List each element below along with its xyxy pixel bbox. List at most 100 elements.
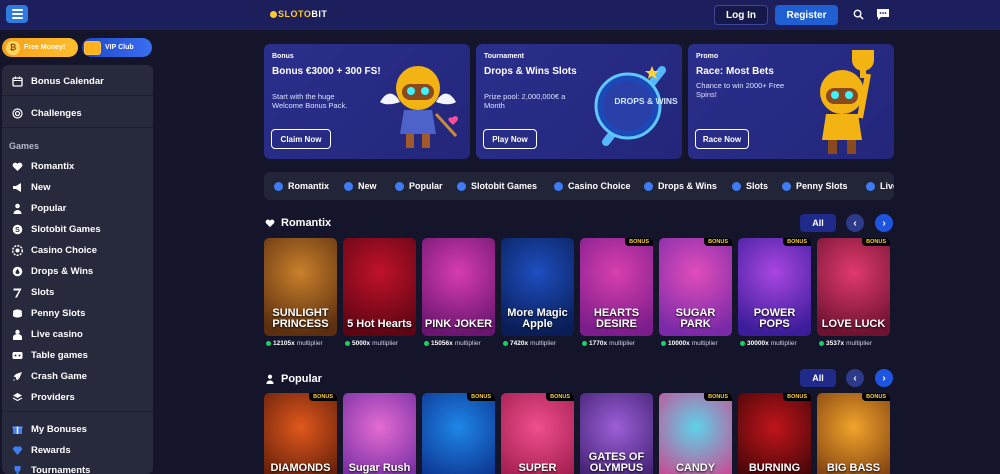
coins-icon bbox=[782, 181, 791, 191]
game-tile[interactable]: DIAMONDS POWER XXL BONUS bbox=[264, 393, 337, 474]
sidebar-item-new[interactable]: New bbox=[12, 179, 51, 195]
claim-now-button[interactable]: Claim Now bbox=[271, 129, 331, 149]
game-title: BURNING CLASSICS bbox=[747, 462, 803, 474]
game-tile[interactable]: SUPER GUMMY BONUS bbox=[501, 393, 574, 474]
coins-icon bbox=[13, 309, 22, 317]
chevron-right-icon: › bbox=[882, 217, 886, 229]
banner-title: Drops & Wins Slots bbox=[484, 66, 577, 77]
game-tile[interactable]: HEARTS DESIRE BONUS bbox=[580, 238, 653, 336]
game-title: SUGAR PARK bbox=[675, 307, 716, 330]
romantix-prev-button[interactable]: ‹ bbox=[846, 214, 864, 232]
category-tab-live[interactable]: Live bbox=[866, 180, 894, 192]
play-now-button[interactable]: Play Now bbox=[483, 129, 537, 149]
bonus-badge: BONUS bbox=[467, 393, 495, 401]
category-bar: Romantix New Popular Slotobit Games Casi… bbox=[264, 172, 894, 200]
vip-club-button[interactable]: VIP Club bbox=[82, 38, 152, 57]
category-tab-casino-choice[interactable]: Casino Choice bbox=[554, 180, 631, 192]
sidebar-item-live-casino[interactable]: Live casino bbox=[12, 326, 83, 342]
multiplier-label: 15056x multiplier bbox=[424, 340, 481, 347]
game-tile[interactable]: CANDY BONANZA BONUS bbox=[659, 393, 732, 474]
game-title: GATES OF OLYMPUS 1000 bbox=[588, 451, 645, 474]
sidebar-item-crash-game[interactable]: Crash Game bbox=[12, 368, 87, 384]
banner-subtitle: Chance to win 2000+ Free Spins! bbox=[696, 81, 785, 99]
chat-icon[interactable] bbox=[876, 8, 890, 21]
sidebar-item-drops-wins[interactable]: Drops & Wins bbox=[12, 263, 93, 279]
site-logo[interactable]: SLOTOBIT bbox=[270, 9, 327, 19]
sidebar-item-table-games[interactable]: Table games bbox=[12, 347, 88, 363]
sidebar-item-popular[interactable]: Popular bbox=[12, 200, 66, 216]
sidebar-divider bbox=[2, 127, 153, 128]
popular-prev-button[interactable]: ‹ bbox=[846, 369, 864, 387]
game-tile[interactable]: More Magic Apple bbox=[501, 238, 574, 336]
category-tab-popular[interactable]: Popular bbox=[395, 180, 443, 192]
game-title: More Magic Apple bbox=[507, 307, 568, 330]
romantix-all-button[interactable]: All bbox=[800, 214, 836, 232]
sidebar-item-my-bonuses[interactable]: My Bonuses bbox=[12, 421, 87, 437]
cupid-mascot-icon bbox=[380, 66, 458, 148]
sidebar-item-penny-slots[interactable]: Penny Slots bbox=[12, 305, 85, 321]
sidebar-item-providers[interactable]: Providers bbox=[12, 389, 75, 405]
game-tile[interactable]: SUNLIGHT PRINCESS bbox=[264, 238, 337, 336]
banner-promo[interactable]: Promo Race: Most Bets Chance to win 2000… bbox=[688, 44, 894, 159]
hamburger-menu-button[interactable] bbox=[6, 5, 28, 23]
romantix-next-button[interactable]: › bbox=[875, 214, 893, 232]
promo-pills: ₿ Free Money! VIP Club bbox=[0, 38, 154, 58]
game-tile[interactable]: SUGAR PARK BONUS bbox=[659, 238, 732, 336]
sidebar-item-tournaments[interactable]: Tournaments bbox=[12, 462, 90, 474]
multiplier-text: multiplier bbox=[609, 340, 636, 347]
popular-next-button[interactable]: › bbox=[875, 369, 893, 387]
multiplier-text: multiplier bbox=[846, 340, 873, 347]
person-icon bbox=[13, 203, 22, 214]
bonus-badge: BONUS bbox=[783, 238, 811, 246]
sidebar-item-romantix[interactable]: Romantix bbox=[12, 158, 74, 174]
game-tile[interactable]: 5 Hot Hearts bbox=[343, 238, 416, 336]
multiplier-dot-icon bbox=[345, 341, 350, 346]
category-tab-new[interactable]: New bbox=[344, 180, 377, 192]
banner-title: Bonus €3000 + 300 FS! bbox=[272, 66, 381, 77]
sidebar-item-casino-choice[interactable]: Casino Choice bbox=[12, 242, 97, 258]
game-tile[interactable]: BIG BASS BOXING BONUS bbox=[817, 393, 890, 474]
category-tab-penny-slots[interactable]: Penny Slots bbox=[782, 180, 848, 192]
sidebar-item-slotobit-games[interactable]: S Slotobit Games bbox=[12, 221, 101, 237]
game-tile[interactable]: Sugar Rush 1000 bbox=[343, 393, 416, 474]
free-money-button[interactable]: ₿ Free Money! bbox=[2, 38, 78, 57]
search-icon[interactable] bbox=[853, 9, 864, 20]
game-tile[interactable]: LOVE LUCK BONUS bbox=[817, 238, 890, 336]
game-tile[interactable]: BURNING CLASSICS BONUS bbox=[738, 393, 811, 474]
banner-bonus[interactable]: Bonus Bonus €3000 + 300 FS! Start with t… bbox=[264, 44, 470, 159]
megaphone-icon bbox=[344, 181, 353, 191]
sidebar-divider bbox=[2, 95, 153, 96]
bonus-badge: BONUS bbox=[704, 238, 732, 246]
game-tile[interactable]: PINK JOKER bbox=[422, 238, 495, 336]
banner-tournament[interactable]: Tournament Drops & Wins Slots Prize pool… bbox=[476, 44, 682, 159]
game-tile[interactable]: COIN UPBONUS bbox=[422, 393, 495, 474]
bonus-badge: BONUS bbox=[783, 393, 811, 401]
sidebar-divider bbox=[2, 411, 153, 412]
table-icon bbox=[12, 351, 23, 359]
multiplier-text: multiplier bbox=[691, 340, 718, 347]
drops-wins-logo-text: DROPS & WINS bbox=[614, 96, 678, 106]
seven-icon bbox=[732, 181, 741, 191]
game-tile[interactable]: GATES OF OLYMPUS 1000 bbox=[580, 393, 653, 474]
gift-icon bbox=[12, 426, 23, 434]
category-tab-romantix[interactable]: Romantix bbox=[274, 180, 329, 192]
register-button[interactable]: Register bbox=[775, 5, 838, 25]
multiplier-value: 15056x bbox=[431, 340, 453, 347]
slotobit-icon: S bbox=[12, 224, 23, 234]
banner-tag: Bonus bbox=[272, 53, 294, 60]
category-tab-slots[interactable]: Slots bbox=[732, 180, 768, 192]
login-button[interactable]: Log In bbox=[714, 5, 768, 25]
category-tab-slotobit-games[interactable]: Slotobit Games bbox=[457, 180, 537, 192]
banner-tag: Promo bbox=[696, 53, 719, 60]
game-tile[interactable]: POWER POPS BONUS bbox=[738, 238, 811, 336]
race-now-button[interactable]: Race Now bbox=[695, 129, 749, 149]
game-title: CANDY BONANZA bbox=[668, 462, 723, 474]
game-title: Sugar Rush 1000 bbox=[348, 462, 411, 474]
popular-all-button[interactable]: All bbox=[800, 369, 836, 387]
drops-icon bbox=[644, 181, 653, 191]
sidebar-item-rewards[interactable]: Rewards bbox=[12, 442, 71, 458]
category-tab-drops-wins[interactable]: Drops & Wins bbox=[644, 180, 717, 192]
sidebar-item-challenges[interactable]: Challenges bbox=[12, 105, 82, 121]
sidebar-item-slots[interactable]: Slots bbox=[12, 284, 54, 300]
sidebar-item-bonus-calendar[interactable]: Bonus Calendar bbox=[12, 73, 104, 89]
